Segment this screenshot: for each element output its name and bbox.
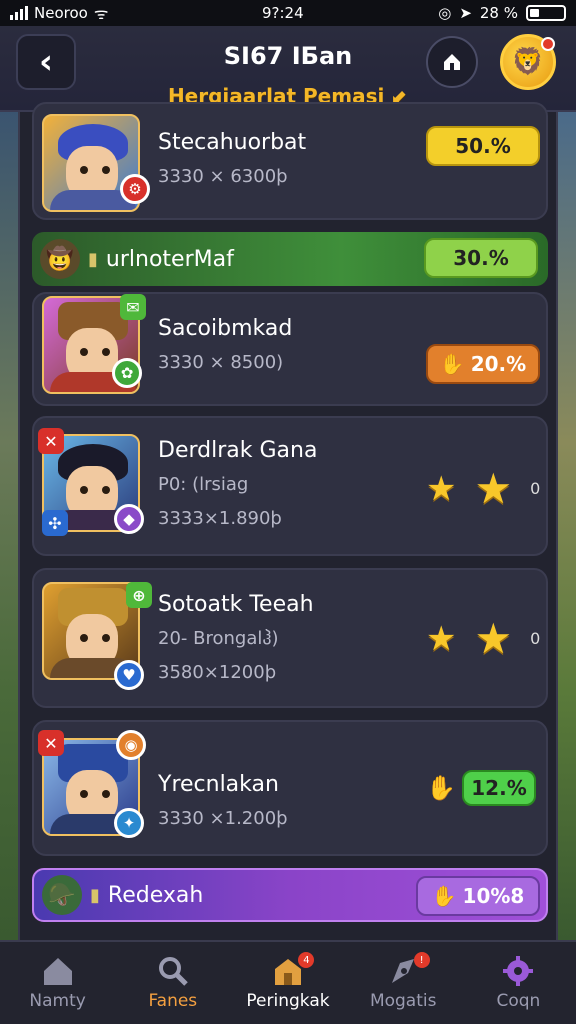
nav-missions[interactable]: ! Mogatis bbox=[346, 942, 461, 1024]
percent-badge: 30.% bbox=[424, 238, 538, 278]
item-name: Yrecnlakan bbox=[158, 772, 279, 797]
paw-icon: ✋ bbox=[431, 884, 457, 908]
gear-icon bbox=[503, 956, 534, 986]
item-stats: 3580×1200þ bbox=[158, 662, 277, 683]
banner-label: urlnoterMaf bbox=[105, 246, 234, 272]
location-icon: ➤ bbox=[459, 4, 472, 22]
paw-icon: ✋ bbox=[426, 774, 456, 802]
avatar-face-icon: 🦁 bbox=[511, 47, 545, 77]
close-icon[interactable]: ✕ bbox=[38, 428, 64, 454]
item-name: Sotoatk Teeah bbox=[158, 592, 314, 617]
list-item[interactable]: ✕ ✣ ◆ Derdlrak Gana P0: (lrsiag 3333×1.8… bbox=[32, 416, 548, 556]
house-icon bbox=[444, 54, 460, 70]
page-title: SI67 IБan bbox=[223, 42, 353, 70]
ranking-list[interactable]: ⚙ Stecahuorbat 3330 × 6300þ 50.% 🤠 ▮ url… bbox=[18, 102, 558, 942]
app-header: ‹ SI67 IБan Hergjaarlat Pemasi ⬋ 🦁 bbox=[0, 26, 576, 112]
tag-icon: ⊕ bbox=[126, 582, 152, 608]
item-name: Stecahuorbat bbox=[158, 130, 307, 155]
nav-label: Fanes bbox=[148, 991, 198, 1011]
home-button[interactable] bbox=[426, 36, 478, 88]
star-icon: ★ bbox=[426, 618, 457, 659]
item-stats: 3330 ×1.200þ bbox=[158, 808, 288, 829]
card-icon: ▮ bbox=[88, 248, 98, 270]
nav-search[interactable]: Fanes bbox=[115, 942, 230, 1024]
carrier-label: Neoroo bbox=[34, 4, 88, 22]
close-icon[interactable]: ✕ bbox=[38, 730, 64, 756]
item-stats: 3333×1.890þ bbox=[158, 508, 282, 529]
item-subtitle: P0: (lrsiag bbox=[158, 474, 249, 495]
item-subtitle: 20- Brongalჰ) bbox=[158, 628, 279, 649]
class-badge-icon: ✦ bbox=[114, 808, 144, 838]
item-name: Sacoibmkad bbox=[158, 316, 293, 341]
rating-count: 0 bbox=[530, 629, 541, 648]
clock: 9?:24 bbox=[262, 4, 304, 22]
class-badge-icon: ♥ bbox=[114, 660, 144, 690]
status-bar: Neoroo ᯤ 9?:24 ◎ ➤ 28 % bbox=[0, 0, 576, 26]
signal-icon bbox=[10, 6, 28, 20]
class-badge-icon: ✿ bbox=[112, 358, 142, 388]
list-item[interactable]: ⊕ ♥ Sotoatk Teeah 20- Brongalჰ) 3580×120… bbox=[32, 568, 548, 708]
fan-icon: ✣ bbox=[42, 510, 68, 536]
star-icon: ★ bbox=[474, 464, 513, 513]
item-stats: 3330 × 6300þ bbox=[158, 166, 288, 187]
nav-leaderboard[interactable]: 4 Peringkak bbox=[230, 942, 345, 1024]
home-icon bbox=[43, 958, 72, 985]
rating-stars: ★ ★ 0 bbox=[426, 464, 540, 513]
notification-badge: ! bbox=[413, 952, 430, 968]
back-button[interactable]: ‹ bbox=[16, 34, 76, 90]
nav-home[interactable]: Namty bbox=[0, 942, 115, 1024]
cowboy-avatar-icon: 🤠 bbox=[40, 239, 80, 279]
percent-badge: 50.% bbox=[426, 126, 540, 166]
wifi-icon: ᯤ bbox=[93, 4, 109, 23]
notification-badge: 4 bbox=[298, 952, 315, 968]
percent-badge: ✋ 10%8 bbox=[416, 876, 540, 916]
nav-label: Mogatis bbox=[369, 991, 437, 1011]
paw-icon: ✋ bbox=[439, 352, 465, 376]
tag-icon: ✉ bbox=[120, 294, 146, 320]
nav-label: Coqn bbox=[496, 991, 541, 1011]
search-icon bbox=[158, 957, 188, 986]
banner-label: Redexah bbox=[107, 882, 204, 908]
battery-percent: 28 % bbox=[479, 4, 518, 22]
chevron-left-icon: ‹ bbox=[38, 42, 53, 82]
percent-badge: 12.% bbox=[462, 770, 536, 806]
list-item[interactable]: ⚙ Stecahuorbat 3330 × 6300þ 50.% bbox=[32, 102, 548, 220]
item-name: Derdlrak Gana bbox=[158, 438, 318, 463]
star-icon: ★ bbox=[426, 468, 457, 509]
notification-dot bbox=[541, 37, 555, 51]
rating-stars: ★ ★ 0 bbox=[426, 614, 540, 663]
list-item[interactable]: ✉ ✿ Sacoibmkad 3330 × 8500) ✋ 20.% bbox=[32, 292, 548, 406]
profile-avatar[interactable]: 🦁 bbox=[500, 34, 556, 90]
nav-label: Peringkak bbox=[246, 991, 330, 1011]
nav-label: Namty bbox=[29, 991, 86, 1011]
star-icon: ★ bbox=[474, 614, 513, 663]
percent-badge: ✋ 20.% bbox=[426, 344, 540, 384]
class-badge-icon: ◆ bbox=[114, 504, 144, 534]
alarm-icon: ◎ bbox=[438, 4, 452, 22]
list-banner[interactable]: 🪖 ▮ Redexah ✋ 10%8 bbox=[32, 868, 548, 922]
battery-icon bbox=[526, 5, 566, 21]
list-item[interactable]: ✕ ◉ ✦ Yrecnlakan 3330 ×1.200þ ✋ 12.% bbox=[32, 720, 548, 856]
shield-icon: ◉ bbox=[116, 730, 146, 760]
item-stats: 3330 × 8500) bbox=[158, 352, 284, 373]
list-banner[interactable]: 🤠 ▮ urlnoterMaf 30.% bbox=[32, 232, 548, 286]
bottom-nav: Namty Fanes 4 Peringkak ! Mogatis Coqn bbox=[0, 940, 576, 1024]
class-badge-icon: ⚙ bbox=[120, 174, 150, 204]
soldier-avatar-icon: 🪖 bbox=[42, 875, 82, 915]
card-icon: ▮ bbox=[90, 884, 100, 906]
rating-count: 0 bbox=[530, 479, 541, 498]
nav-settings[interactable]: Coqn bbox=[461, 942, 576, 1024]
